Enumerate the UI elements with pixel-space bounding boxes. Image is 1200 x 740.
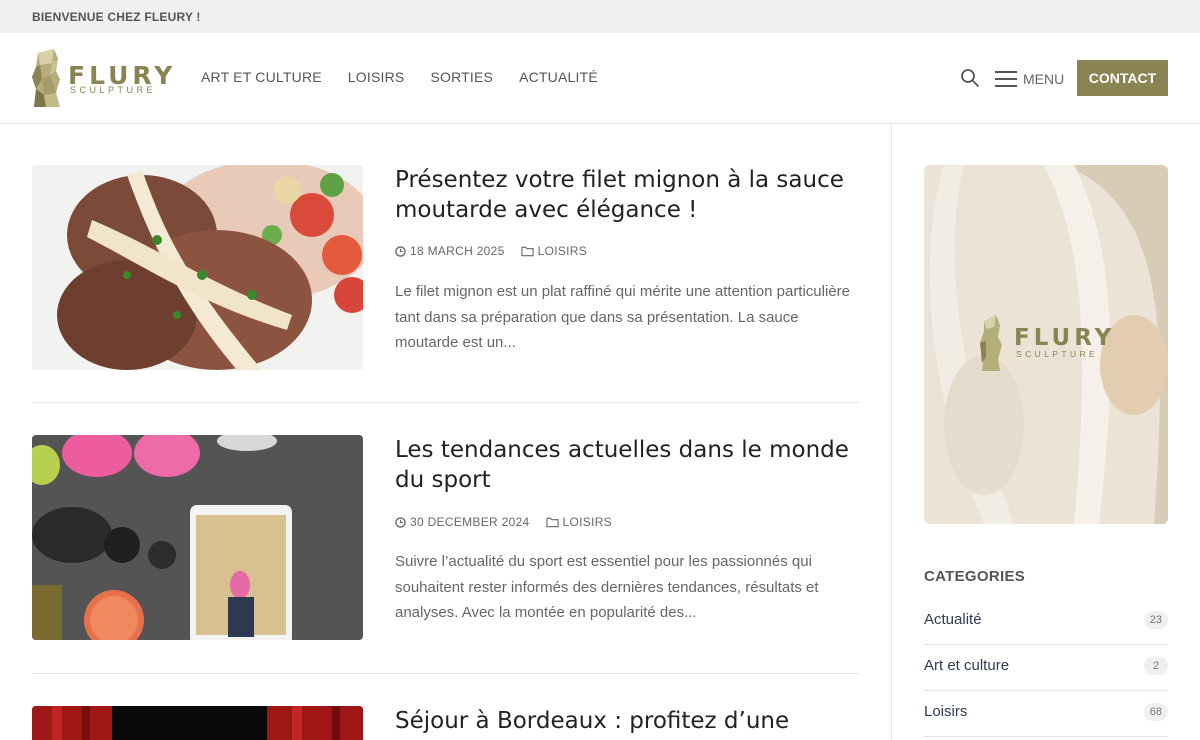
- categories-heading: CATEGORIES: [924, 568, 1026, 585]
- article-category[interactable]: LOISIRS: [538, 244, 587, 258]
- article-thumbnail-filet-mignon[interactable]: [32, 165, 363, 370]
- banner-logo-wordmark: FLURY: [1014, 325, 1116, 351]
- main-nav: ART ET CULTURE LOISIRS SORTIES ACTUALITÉ: [201, 69, 624, 85]
- folder-icon: [520, 246, 534, 256]
- sport-image: [32, 435, 363, 640]
- theatre-curtain-image: [32, 706, 363, 740]
- site-header: FLURY SCULPTURE ART ET CULTURE LOISIRS S…: [0, 33, 1200, 124]
- folder-icon: [545, 517, 559, 527]
- article-date: 30 DECEMBER 2024: [410, 515, 530, 529]
- clock-icon: [395, 245, 406, 257]
- nav-item-actualite[interactable]: ACTUALITÉ: [519, 69, 598, 85]
- sidebar-banner[interactable]: FLURY SCULPTURE: [924, 165, 1168, 524]
- food-image: [32, 165, 363, 370]
- article-title[interactable]: Séjour à Bordeaux : profitez d’une sorti…: [395, 706, 860, 740]
- category-count-badge: 23: [1143, 611, 1168, 629]
- content-divider: [891, 124, 892, 740]
- article-thumbnail-sport[interactable]: [32, 435, 363, 640]
- category-count-badge: 68: [1143, 703, 1168, 721]
- menu-button[interactable]: MENU: [995, 69, 1064, 89]
- article-thumbnail-bordeaux[interactable]: [32, 706, 363, 740]
- banner-logo-subtitle: SCULPTURE: [1016, 349, 1099, 359]
- category-item-loisirs[interactable]: Loisirs 68: [924, 691, 1168, 737]
- category-item-actualite[interactable]: Actualité 23: [924, 599, 1168, 645]
- article-title[interactable]: Présentez votre filet mignon à la sauce …: [395, 165, 860, 225]
- category-name[interactable]: Actualité: [924, 611, 982, 628]
- top-bar: BIENVENUE CHEZ FLEURY !: [0, 0, 1200, 33]
- search-icon[interactable]: [960, 68, 980, 88]
- category-name[interactable]: Loisirs: [924, 703, 967, 720]
- article-meta: 30 DECEMBER 2024 LOISIRS: [395, 515, 612, 529]
- article-category[interactable]: LOISIRS: [563, 515, 612, 529]
- clock-icon: [395, 516, 406, 528]
- category-count-badge: 2: [1144, 657, 1168, 675]
- article-title[interactable]: Les tendances actuelles dans le monde du…: [395, 435, 860, 495]
- nav-item-art-et-culture[interactable]: ART ET CULTURE: [201, 69, 322, 85]
- site-logo[interactable]: FLURY SCULPTURE: [32, 49, 177, 109]
- nav-item-sorties[interactable]: SORTIES: [430, 69, 493, 85]
- article-excerpt: Suivre l’actualité du sport est essentie…: [395, 553, 819, 621]
- contact-button[interactable]: CONTACT: [1077, 60, 1168, 96]
- category-item-art-et-culture[interactable]: Art et culture 2: [924, 645, 1168, 691]
- category-name[interactable]: Art et culture: [924, 657, 1009, 674]
- menu-label: MENU: [1023, 71, 1065, 87]
- logo-subtitle: SCULPTURE: [70, 85, 157, 95]
- article-divider: [32, 402, 859, 403]
- moai-logo-icon: [32, 49, 60, 107]
- article-date: 18 MARCH 2025: [410, 244, 505, 258]
- article-divider: [32, 673, 859, 674]
- nav-item-loisirs[interactable]: LOISIRS: [348, 69, 405, 85]
- article-excerpt: Le filet mignon est un plat raffiné qui …: [395, 283, 850, 351]
- article-meta: 18 MARCH 2025 LOISIRS: [395, 244, 587, 258]
- welcome-text: BIENVENUE CHEZ FLEURY !: [32, 10, 201, 24]
- hamburger-icon: [995, 71, 1017, 87]
